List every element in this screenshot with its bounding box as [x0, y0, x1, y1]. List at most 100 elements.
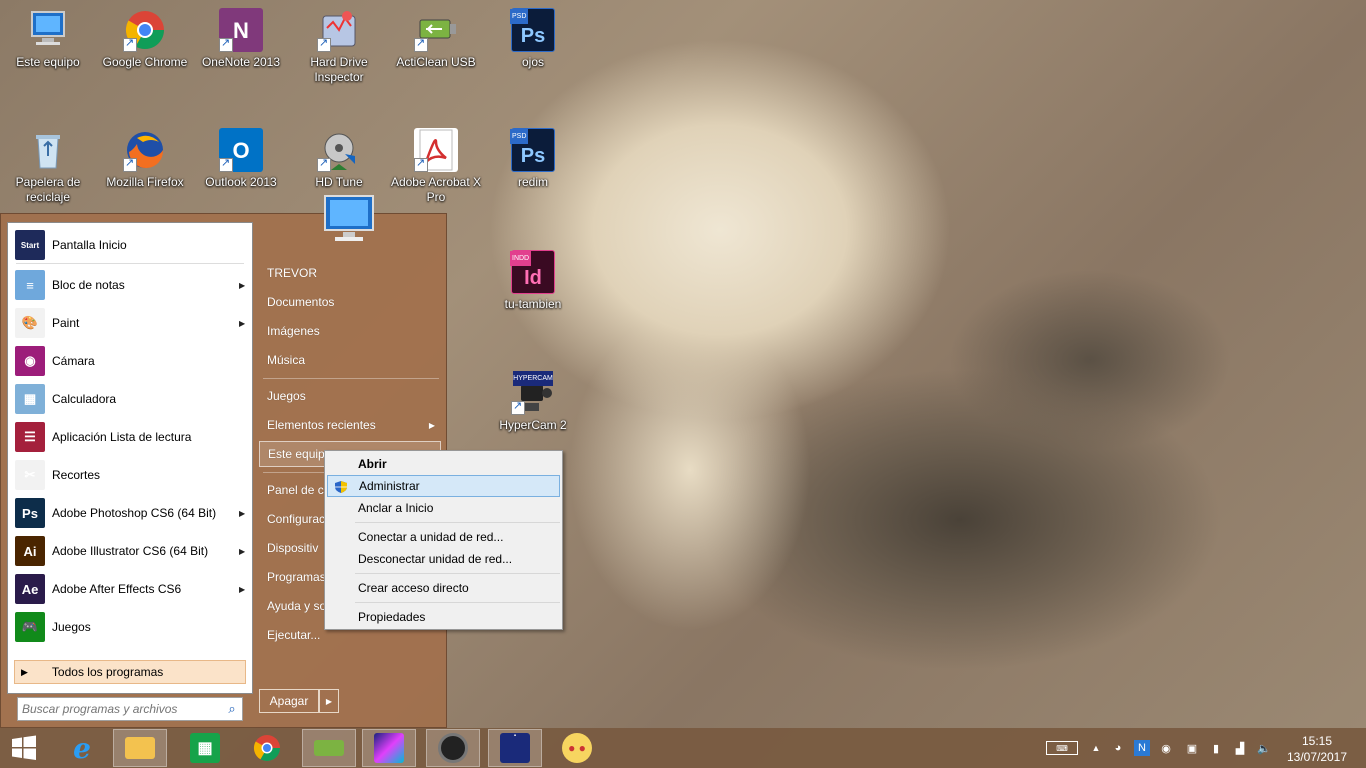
start-menu-item-label: Bloc de notas — [52, 278, 125, 292]
usb-icon — [414, 8, 458, 52]
paint-tray-icon[interactable]: ◕ — [1110, 740, 1126, 756]
start-menu-item[interactable]: ▦ Calculadora — [11, 381, 249, 417]
desktop-icon-ojos[interactable]: PSD Ps ojos — [485, 8, 581, 70]
keyboard-icon[interactable]: ⌨ — [1046, 741, 1078, 755]
shortcut-arrow-icon — [511, 399, 525, 415]
signal-icon[interactable]: ▟ — [1232, 740, 1248, 756]
desktop-icon-papelera[interactable]: Papelera de reciclaje — [0, 128, 96, 205]
start-right-recent[interactable]: Elementos recientes ▶ — [259, 412, 441, 438]
all-programs-button[interactable]: ▶ Todos los programas — [14, 660, 246, 684]
taskbar-internet-explorer[interactable]: e — [55, 729, 109, 767]
start-right-games[interactable]: Juegos — [259, 383, 441, 409]
network-drive-tray-icon[interactable]: ▣ — [1184, 740, 1200, 756]
start-menu-item-label: Cámara — [52, 354, 95, 368]
store-icon: ▦ — [190, 733, 220, 763]
shortcut-arrow-icon — [123, 36, 137, 52]
context-menu-open[interactable]: Abrir — [327, 453, 560, 475]
search-icon[interactable]: ⌕ — [222, 701, 242, 717]
taskbar-hypercam[interactable]: ▪ — [488, 729, 542, 767]
start-right-user[interactable]: TREVOR — [259, 260, 441, 286]
shortcut-arrow-icon — [317, 36, 331, 52]
taskbar-app-purple[interactable] — [362, 729, 416, 767]
start-right-separator — [263, 378, 439, 379]
start-menu-item[interactable]: Start Pantalla Inicio — [11, 227, 249, 263]
start-menu-item[interactable]: ◉ Cámara — [11, 343, 249, 379]
context-menu-create-shortcut[interactable]: Crear acceso directo — [327, 577, 560, 599]
start-right-music[interactable]: Música — [259, 347, 441, 373]
start-menu-item[interactable]: Ps Adobe Photoshop CS6 (64 Bit) ▶ — [11, 495, 249, 531]
context-menu-manage[interactable]: Administrar — [327, 475, 560, 497]
user-picture-computer-icon[interactable] — [321, 194, 377, 244]
start-right-images[interactable]: Imágenes — [259, 318, 441, 344]
start-menu-item[interactable]: 🎮 Juegos — [11, 609, 249, 645]
shortcut-arrow-icon — [219, 156, 233, 172]
outlook-icon: O — [219, 128, 263, 172]
photoshop-icon: Ps — [15, 498, 45, 528]
start-right-documents[interactable]: Documentos — [259, 289, 441, 315]
chrome-icon — [253, 735, 281, 762]
desktop-icon-hypercam[interactable]: HYPERCAM HyperCam 2 — [485, 371, 581, 433]
context-menu-pin-start[interactable]: Anclar a Inicio — [327, 497, 560, 519]
hd-tune-icon — [317, 128, 361, 172]
taskbar-store[interactable]: ▦ — [178, 729, 232, 767]
shutdown-options-arrow-icon[interactable]: ▶ — [319, 689, 339, 713]
hard-drive-inspector-icon — [317, 8, 361, 52]
start-menu-item[interactable]: 🎨 Paint ▶ — [11, 305, 249, 341]
desktop-icon-firefox[interactable]: Mozilla Firefox — [97, 128, 193, 190]
taskbar-camera-app[interactable] — [426, 729, 480, 767]
start-menu-item[interactable]: Ai Adobe Illustrator CS6 (64 Bit) ▶ — [11, 533, 249, 569]
chevron-right-icon[interactable]: ▶ — [239, 281, 249, 290]
taskbar-file-explorer[interactable] — [113, 729, 167, 767]
notes-tray-icon[interactable]: N — [1134, 740, 1150, 756]
computer-icon — [26, 8, 70, 52]
usb-icon — [314, 740, 344, 756]
start-menu-item[interactable]: ≡ Bloc de notas ▶ — [11, 267, 249, 303]
context-menu: Abrir Administrar Anclar a Inicio Conect… — [324, 450, 563, 630]
camera-icon: ◉ — [15, 346, 45, 376]
context-menu-separator — [355, 573, 560, 574]
context-menu-map-drive[interactable]: Conectar a unidad de red... — [327, 526, 560, 548]
firefox-icon — [123, 128, 167, 172]
context-menu-disconnect-drive[interactable]: Desconectar unidad de red... — [327, 548, 560, 570]
chevron-right-icon[interactable]: ▶ — [239, 509, 249, 518]
start-search-box[interactable]: ⌕ — [17, 697, 243, 721]
chevron-right-icon[interactable]: ▶ — [239, 585, 249, 594]
start-button[interactable] — [0, 729, 48, 767]
desktop-icon-este-equipo[interactable]: Este equipo — [0, 8, 96, 70]
context-menu-properties[interactable]: Propiedades — [327, 606, 560, 628]
snipping-tool-icon: ✂ — [15, 460, 45, 490]
internet-explorer-icon: e — [73, 731, 91, 765]
desktop-icon-acrobat[interactable]: Adobe Acrobat X Pro — [388, 128, 484, 205]
palette-icon: ● ● — [562, 733, 592, 763]
shutdown-button[interactable]: Apagar — [259, 689, 319, 713]
windows-logo-icon — [12, 735, 36, 760]
indd-file-icon: INDD Id — [510, 250, 555, 294]
taskbar-chrome[interactable] — [240, 729, 294, 767]
start-menu-item[interactable]: ✂ Recortes — [11, 457, 249, 493]
taskbar-paint[interactable]: ● ● — [550, 729, 604, 767]
clock-time[interactable]: 15:15 — [1284, 734, 1350, 748]
desktop-icon-outlook[interactable]: O Outlook 2013 — [193, 128, 289, 190]
shortcut-arrow-icon — [414, 36, 428, 52]
start-menu-item[interactable]: ☰ Aplicación Lista de lectura — [11, 419, 249, 455]
desktop-icon-acticlean-usb[interactable]: ActiClean USB — [388, 8, 484, 70]
start-search-input[interactable] — [18, 701, 222, 717]
desktop-icon-tu-tambien[interactable]: INDD Id tu-tambien — [485, 250, 581, 312]
start-menu-separator — [16, 263, 244, 264]
webcam-tray-icon[interactable]: ◉ — [1158, 740, 1174, 756]
desktop-icon-hard-drive-inspector[interactable]: Hard Drive Inspector — [291, 8, 387, 85]
volume-icon[interactable]: 🔈 — [1256, 740, 1272, 756]
desktop-icon-redim[interactable]: PSD Ps redim — [485, 128, 581, 190]
hypercam-icon: HYPERCAM — [511, 371, 555, 415]
chevron-right-icon[interactable]: ▶ — [239, 319, 249, 328]
battery-icon[interactable]: ▮ — [1208, 740, 1224, 756]
clock-date[interactable]: 13/07/2017 — [1284, 750, 1350, 764]
chevron-right-icon[interactable]: ▶ — [239, 547, 249, 556]
desktop-icon-hd-tune[interactable]: HD Tune — [291, 128, 387, 190]
show-hidden-icons-chevron-icon[interactable]: ▲ — [1088, 740, 1104, 756]
start-menu-item[interactable]: Ae Adobe After Effects CS6 ▶ — [11, 571, 249, 607]
shortcut-arrow-icon — [123, 156, 137, 172]
taskbar-acticlean[interactable] — [302, 729, 356, 767]
desktop-icon-google-chrome[interactable]: Google Chrome — [97, 8, 193, 70]
desktop-icon-onenote[interactable]: N OneNote 2013 — [193, 8, 289, 70]
